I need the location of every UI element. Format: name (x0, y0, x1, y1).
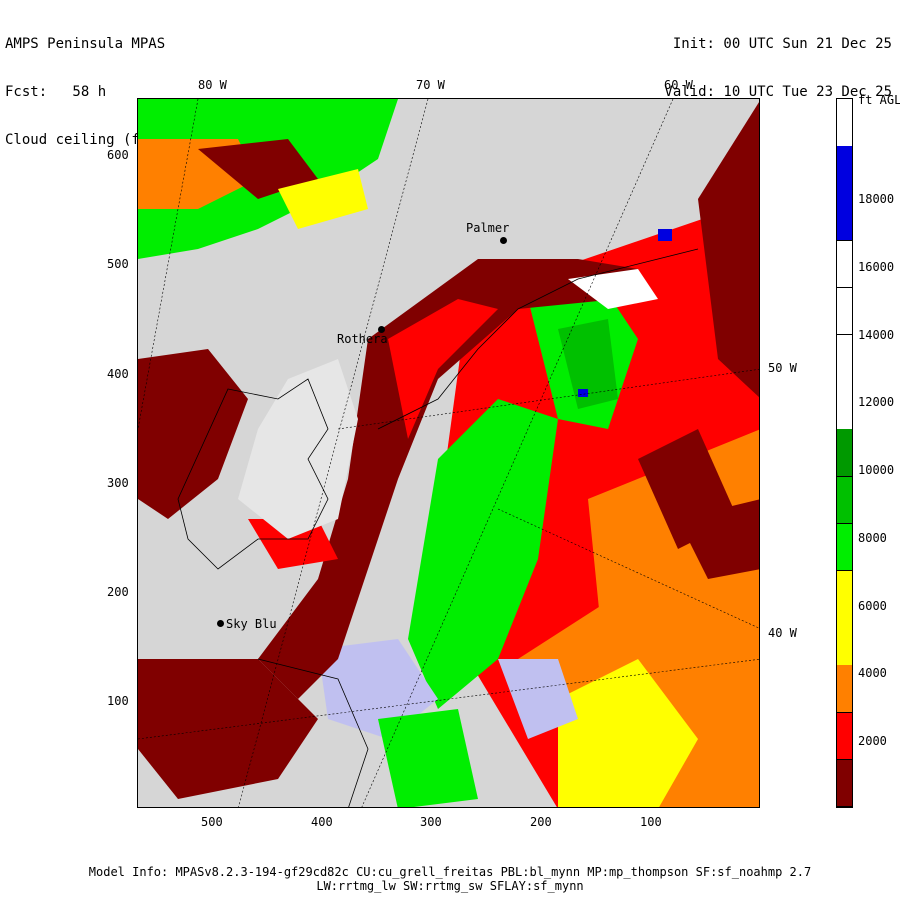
colorbar-label-8000: 8000 (858, 531, 887, 545)
lon-label-40w: 40 W (768, 626, 797, 640)
lon-label-80w: 80 W (198, 78, 227, 92)
lon-label-70w: 70 W (416, 78, 445, 92)
colorbar (836, 98, 853, 808)
colorbar-segment (837, 240, 852, 289)
region-blue-patch2 (578, 389, 588, 397)
palmer-station-label: Palmer (466, 221, 510, 235)
colorbar-label-10000: 10000 (858, 463, 895, 477)
colorbar-segment (837, 335, 852, 383)
colorbar-segment (837, 287, 852, 336)
map-panel (137, 98, 760, 808)
colorbar-segment (837, 382, 852, 430)
colorbar-segment (837, 193, 852, 242)
colorbar-segment (837, 759, 852, 808)
colorbar-label-4000: 4000 (858, 666, 887, 680)
colorbar-label-6000: 6000 (858, 599, 887, 613)
y-tick-600: 600 (107, 148, 129, 162)
y-tick-400: 400 (107, 367, 129, 381)
map-title: AMPS Peninsula MPAS (5, 36, 166, 52)
palmer-station-dot (500, 237, 507, 244)
colorbar-label-14000: 14000 (858, 328, 895, 342)
footer-scheme-info: LW:rrtmg_lw SW:rrtmg_sw SFLAY:sf_mynn (316, 879, 584, 893)
y-tick-100: 100 (107, 694, 129, 708)
colorbar-unit-label: ft AGL (858, 93, 900, 107)
x-tick-100: 100 (640, 815, 662, 829)
colorbar-segment (837, 712, 852, 761)
colorbar-segment (837, 665, 852, 714)
lon-label-50w: 50 W (768, 361, 797, 375)
colorbar-segment (837, 618, 852, 666)
colorbar-segment (837, 99, 852, 147)
region-blue-patch (658, 229, 672, 241)
x-tick-500: 500 (201, 815, 223, 829)
y-tick-500: 500 (107, 257, 129, 271)
colorbar-segment (837, 429, 852, 478)
lon-label-60w: 60 W (664, 78, 693, 92)
x-tick-400: 400 (311, 815, 333, 829)
cloud-ceiling-map (138, 99, 759, 807)
colorbar-segment (837, 476, 852, 525)
footer-model-info: Model Info: MPASv8.2.3-194-gf29cd82c CU:… (88, 865, 812, 879)
x-tick-200: 200 (530, 815, 552, 829)
colorbar-label-16000: 16000 (858, 260, 895, 274)
colorbar-segment (837, 523, 852, 572)
x-tick-300: 300 (420, 815, 442, 829)
colorbar-segment (837, 146, 852, 194)
y-tick-300: 300 (107, 476, 129, 490)
colorbar-segment (837, 571, 852, 619)
skyblu-station-label: Sky Blu (226, 617, 277, 631)
colorbar-label-18000: 18000 (858, 192, 895, 206)
rothera-station-label: Rothera (337, 332, 388, 346)
colorbar-label-12000: 12000 (858, 395, 895, 409)
y-tick-200: 200 (107, 585, 129, 599)
colorbar-label-2000: 2000 (858, 734, 887, 748)
init-time: Init: 00 UTC Sun 21 Dec 25 (672, 36, 892, 52)
skyblu-station-dot (217, 620, 224, 627)
